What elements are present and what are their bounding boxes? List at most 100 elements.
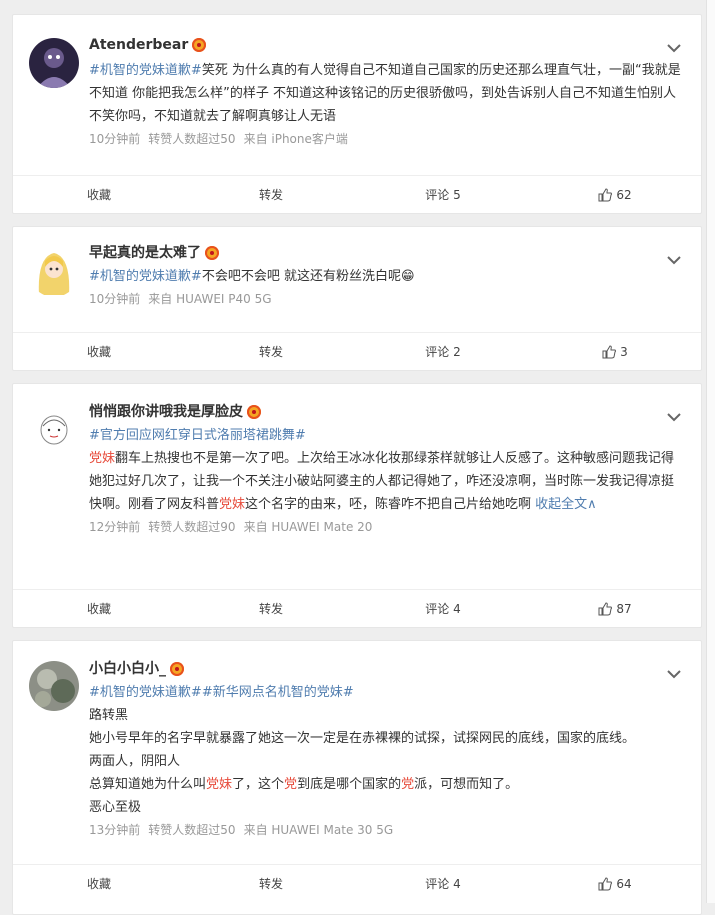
post-content: 不会吧不会吧 就这还有粉丝洗白呢😁	[201, 269, 415, 284]
hashtag[interactable]: #官方回应网红穿日式洛丽塔裙跳舞#	[89, 428, 306, 443]
keyword-highlight: 党妹	[206, 777, 233, 792]
thumbs-up-icon	[598, 187, 613, 201]
thumbs-up-icon	[598, 601, 613, 615]
repost-count-note: 转赞人数超过90	[148, 520, 236, 534]
timestamp[interactable]: 12分钟前	[89, 520, 140, 534]
favorite-label: 收藏	[86, 345, 111, 359]
vip-badge-icon	[205, 246, 219, 260]
favorite-button[interactable]: 收藏	[13, 343, 185, 360]
repost-button[interactable]: 转发	[185, 600, 357, 617]
comment-label: 评论 2	[425, 345, 461, 359]
hashtag[interactable]: 道歉#	[165, 269, 202, 284]
username-text[interactable]: Atenderbear	[89, 35, 188, 55]
post-card: Atenderbear #机智的党妹道歉#笑死 为什么真的有人觉得自己不知道自己…	[12, 14, 702, 214]
timestamp[interactable]: 10分钟前	[89, 132, 140, 146]
favorite-button[interactable]: 收藏	[13, 186, 185, 203]
comment-label: 评论 4	[425, 602, 461, 616]
comment-button[interactable]: 评论 4	[357, 875, 529, 892]
comment-button[interactable]: 评论 4	[357, 600, 529, 617]
action-bar: 收藏 转发 评论 5 62	[13, 175, 701, 213]
hashtag[interactable]: #机智的	[89, 269, 139, 284]
hashtag-highlight[interactable]: 党妹	[139, 63, 165, 78]
thumbs-up-icon	[598, 876, 613, 890]
action-bar: 收藏 转发 评论 4 64	[13, 864, 701, 902]
keyword-highlight: 党	[401, 777, 415, 792]
repost-label: 转发	[258, 602, 283, 616]
timestamp[interactable]: 10分钟前	[89, 292, 140, 306]
username-text[interactable]: 早起真的是太难了	[89, 243, 201, 263]
comment-button[interactable]: 评论 2	[357, 343, 529, 360]
hashtag[interactable]: 道歉##新华网点名机智的	[165, 685, 317, 700]
scrollbar[interactable]	[706, 0, 715, 903]
username[interactable]: 小白小白小_	[89, 659, 701, 679]
like-count: 64	[616, 876, 632, 891]
repost-count-note: 转赞人数超过50	[148, 132, 236, 146]
comment-label: 评论 4	[425, 877, 461, 891]
source-client: 来自 HUAWEI Mate 20	[243, 520, 373, 534]
repost-label: 转发	[258, 188, 283, 202]
post-text: #机智的党妹道歉#笑死 为什么真的有人觉得自己不知道自己国家的历史还那么理直气壮…	[89, 59, 701, 128]
post-content: 到底是哪个国家的	[297, 777, 402, 792]
like-button[interactable]: 62	[529, 188, 701, 202]
like-button[interactable]: 64	[529, 877, 701, 891]
post-content: 这个名字的由来，呸，陈睿咋不把自己片给她吃啊	[245, 497, 536, 512]
repost-button[interactable]: 转发	[185, 343, 357, 360]
post-card: 早起真的是太难了 #机智的党妹道歉#不会吧不会吧 就这还有粉丝洗白呢😁 10分钟…	[12, 226, 702, 371]
post-text: #机智的党妹道歉##新华网点名机智的党妹# 路转黑 她小号早年的名字早就暴露了她这一…	[89, 681, 701, 819]
post-content: 恶心至极	[89, 800, 142, 815]
post-text: #机智的党妹道歉#不会吧不会吧 就这还有粉丝洗白呢😁	[89, 265, 701, 288]
like-count: 62	[616, 187, 632, 202]
repost-button[interactable]: 转发	[185, 875, 357, 892]
hashtag-highlight[interactable]: 党妹	[317, 685, 343, 700]
favorite-button[interactable]: 收藏	[13, 600, 185, 617]
keyword-highlight: 党妹	[219, 497, 246, 512]
collapse-full-text-link[interactable]: 收起全文∧	[535, 497, 597, 512]
post-meta: 10分钟前 来自 HUAWEI P40 5G	[89, 290, 701, 308]
comment-button[interactable]: 评论 5	[357, 186, 529, 203]
post-content: 派，可想而知了。	[414, 777, 519, 792]
favorite-button[interactable]: 收藏	[13, 875, 185, 892]
hashtag[interactable]: 道歉#	[165, 63, 202, 78]
favorite-label: 收藏	[86, 188, 111, 202]
username-text[interactable]: 小白小白小_	[89, 659, 166, 679]
post-text: #官方回应网红穿日式洛丽塔裙跳舞# 党妹翻车上热搜也不是第一次了吧。上次给王冰冰化…	[89, 424, 701, 516]
post-content: 路转黑	[89, 708, 129, 723]
vip-badge-icon	[247, 405, 261, 419]
vip-badge-icon	[192, 38, 207, 52]
hashtag-highlight[interactable]: 党妹	[139, 269, 165, 284]
thumbs-up-icon	[602, 344, 617, 358]
post-card: 小白小白小_ #机智的党妹道歉##新华网点名机智的党妹# 路转黑 她小号早年的名字早…	[12, 640, 702, 915]
post-meta: 13分钟前 转赞人数超过50 来自 HUAWEI Mate 30 5G	[89, 821, 701, 839]
post-content: 了，这个	[232, 777, 285, 792]
timestamp[interactable]: 13分钟前	[89, 823, 140, 837]
post-card: 悄悄跟你讲哦我是厚脸皮 #官方回应网红穿日式洛丽塔裙跳舞# 党妹翻车上热搜也不是第…	[12, 383, 702, 628]
post-meta: 12分钟前 转赞人数超过90 来自 HUAWEI Mate 20	[89, 518, 701, 536]
post-content: 总算知道她为什么叫	[89, 777, 207, 792]
like-button[interactable]: 3	[529, 345, 701, 359]
favorite-label: 收藏	[86, 602, 111, 616]
hashtag[interactable]: #	[343, 685, 354, 700]
post-content: 她小号早年的名字早就暴露了她这一次一定是在赤裸裸的试探，试探网民的底线，国家的底…	[89, 731, 636, 746]
action-bar: 收藏 转发 评论 2 3	[13, 332, 701, 370]
post-meta: 10分钟前 转赞人数超过50 来自 iPhone客户端	[89, 130, 701, 148]
repost-count-note: 转赞人数超过50	[148, 823, 236, 837]
like-count: 3	[620, 344, 628, 359]
hashtag[interactable]: #机智的	[89, 63, 139, 78]
username[interactable]: Atenderbear	[89, 35, 701, 55]
keyword-highlight: 党妹	[89, 451, 116, 466]
like-button[interactable]: 87	[529, 602, 701, 616]
username-text[interactable]: 悄悄跟你讲哦我是厚脸皮	[89, 402, 243, 422]
like-count: 87	[616, 601, 632, 616]
repost-label: 转发	[258, 345, 283, 359]
repost-label: 转发	[258, 877, 283, 891]
vip-badge-icon	[170, 662, 184, 676]
hashtag-highlight[interactable]: 党妹	[139, 685, 165, 700]
username[interactable]: 早起真的是太难了	[89, 243, 701, 263]
comment-label: 评论 5	[425, 188, 461, 202]
username[interactable]: 悄悄跟你讲哦我是厚脸皮	[89, 402, 701, 422]
source-client: 来自 HUAWEI P40 5G	[148, 292, 272, 306]
hashtag[interactable]: #机智的	[89, 685, 139, 700]
repost-button[interactable]: 转发	[185, 186, 357, 203]
keyword-highlight: 党	[284, 777, 298, 792]
post-content: 两面人，阴阳人	[89, 754, 181, 769]
